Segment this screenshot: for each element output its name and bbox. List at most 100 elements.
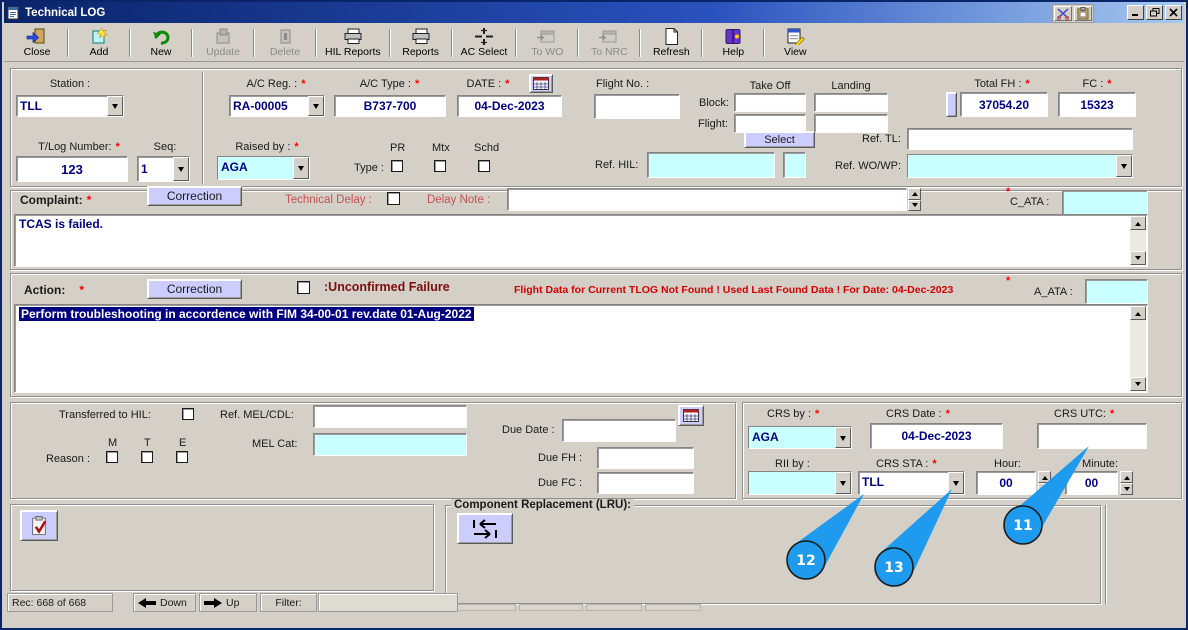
clipboard-icon[interactable] <box>1074 6 1092 21</box>
block-landing-field[interactable] <box>814 93 888 112</box>
to-nrc-button[interactable]: To NRC <box>582 27 636 60</box>
action-scrollbar[interactable] <box>1130 306 1146 391</box>
tlog-number-field[interactable]: 123 <box>16 156 128 182</box>
block-takeoff-field[interactable] <box>734 93 806 112</box>
chevron-down-icon[interactable] <box>835 427 851 448</box>
chevron-down-icon[interactable] <box>1116 155 1132 177</box>
up-button[interactable]: Up <box>199 593 257 612</box>
close-button[interactable]: Close <box>10 27 64 60</box>
flight-landing-field[interactable] <box>814 114 888 133</box>
ac-reg-select[interactable]: RA-00005 <box>229 95 325 117</box>
restore-button[interactable] <box>1146 5 1163 20</box>
chevron-down-icon[interactable] <box>293 157 309 179</box>
minute-field[interactable]: 00 <box>1065 471 1118 495</box>
spin-up-icon[interactable] <box>1038 471 1051 483</box>
checklist-button[interactable] <box>20 510 58 541</box>
minute-spinner[interactable] <box>1120 471 1133 495</box>
ref-hil-seq-field[interactable] <box>783 152 806 178</box>
spin-up-icon[interactable] <box>1120 471 1133 483</box>
reason-e-checkbox[interactable] <box>176 451 188 463</box>
ref-wowp-select[interactable] <box>907 154 1133 178</box>
update-button[interactable]: Update <box>196 27 250 60</box>
action-textarea[interactable]: Perform troubleshooting in accordence wi… <box>14 304 1148 393</box>
crs-date-field[interactable]: 04-Dec-2023 <box>870 423 1003 449</box>
spin-down-icon[interactable] <box>1038 483 1051 495</box>
calendar-button[interactable] <box>529 74 553 93</box>
ref-tl-label: Ref. TL: <box>862 133 901 145</box>
transferred-to-hil-checkbox[interactable] <box>182 408 194 420</box>
close-window-button[interactable] <box>1165 5 1182 20</box>
chevron-down-icon[interactable] <box>948 472 964 494</box>
down-button[interactable]: Down <box>133 593 196 612</box>
chevron-down-icon[interactable] <box>308 96 324 116</box>
to-wo-button[interactable]: To WO <box>520 27 574 60</box>
due-fc-label: Due FC : <box>538 477 583 489</box>
minimize-button[interactable] <box>1127 5 1144 20</box>
mel-cat-field[interactable] <box>313 433 467 456</box>
type-pr-checkbox[interactable] <box>391 160 403 172</box>
new-button[interactable]: New <box>134 27 188 60</box>
delay-note-spinner[interactable] <box>908 188 921 211</box>
fc-field[interactable]: 15323 <box>1058 92 1136 117</box>
spin-down-icon[interactable] <box>908 199 921 211</box>
action-correction-button[interactable]: Correction <box>147 279 242 299</box>
complaint-scrollbar[interactable] <box>1130 216 1146 265</box>
complaint-textarea[interactable]: TCAS is failed. <box>14 214 1148 267</box>
crs-utc-field[interactable] <box>1037 423 1147 449</box>
spin-up-icon[interactable] <box>908 188 921 200</box>
type-mtx-checkbox[interactable] <box>434 160 446 172</box>
a-ata-field[interactable] <box>1085 279 1148 304</box>
rii-by-select[interactable] <box>748 471 852 495</box>
scroll-up-icon[interactable] <box>1130 306 1146 320</box>
reason-m-checkbox[interactable] <box>106 451 118 463</box>
hour-field[interactable]: 00 <box>976 471 1036 495</box>
raised-by-select[interactable]: AGA <box>217 156 310 180</box>
due-date-calendar-button[interactable] <box>678 405 704 426</box>
technical-delay-checkbox[interactable] <box>387 192 400 205</box>
refresh-button[interactable]: Refresh <box>644 27 698 60</box>
help-button[interactable]: Help <box>706 27 760 60</box>
add-button[interactable]: Add <box>72 27 126 60</box>
hil-reports-button[interactable]: HIL Reports <box>320 27 386 60</box>
component-replacement-button[interactable] <box>457 513 513 544</box>
select-button[interactable]: Select <box>744 131 815 148</box>
ac-select-button[interactable]: AC Select <box>456 27 513 60</box>
toolbar-label: View <box>784 46 807 58</box>
c-ata-field[interactable] <box>1062 190 1148 215</box>
due-fh-field[interactable] <box>597 447 694 469</box>
reason-t-checkbox[interactable] <box>141 451 153 463</box>
scissors-icon[interactable] <box>1054 6 1072 21</box>
ref-mel-cdl-field[interactable] <box>313 405 467 428</box>
ref-hil-field[interactable] <box>647 152 775 178</box>
filter-field[interactable] <box>318 593 458 612</box>
scroll-up-icon[interactable] <box>1130 216 1146 230</box>
type-schd-checkbox[interactable] <box>478 160 490 172</box>
chevron-down-icon[interactable] <box>835 472 851 494</box>
date-field[interactable]: 04-Dec-2023 <box>457 95 562 117</box>
flight-no-field[interactable] <box>594 94 680 119</box>
total-fh-label: Total FH : * <box>974 78 1030 90</box>
hour-spinner[interactable] <box>1038 471 1051 495</box>
select-button-label: Select <box>764 133 795 146</box>
unconfirmed-failure-checkbox[interactable] <box>297 281 310 294</box>
delay-note-field[interactable] <box>507 188 907 211</box>
station-select[interactable]: TLL <box>16 95 124 117</box>
total-fh-field[interactable]: 37054.20 <box>960 92 1048 117</box>
due-fc-field[interactable] <box>597 472 694 494</box>
view-button[interactable]: View <box>768 27 822 60</box>
due-date-field[interactable] <box>562 419 676 442</box>
chevron-down-icon[interactable] <box>173 157 189 181</box>
reports-button[interactable]: Reports <box>394 27 448 60</box>
seq-select[interactable]: 1 <box>137 156 190 182</box>
ac-type-field[interactable]: B737-700 <box>334 95 446 117</box>
scroll-down-icon[interactable] <box>1130 251 1146 265</box>
scroll-down-icon[interactable] <box>1130 377 1146 391</box>
chevron-down-icon[interactable] <box>107 96 123 116</box>
delete-button[interactable]: Delete <box>258 27 312 60</box>
fh-fc-mini-button[interactable] <box>946 92 957 117</box>
ref-tl-field[interactable] <box>907 128 1133 150</box>
crs-sta-select[interactable]: TLL <box>858 471 965 495</box>
crs-by-select[interactable]: AGA <box>748 426 852 449</box>
spin-down-icon[interactable] <box>1120 483 1133 495</box>
complaint-correction-button[interactable]: Correction <box>147 186 242 206</box>
